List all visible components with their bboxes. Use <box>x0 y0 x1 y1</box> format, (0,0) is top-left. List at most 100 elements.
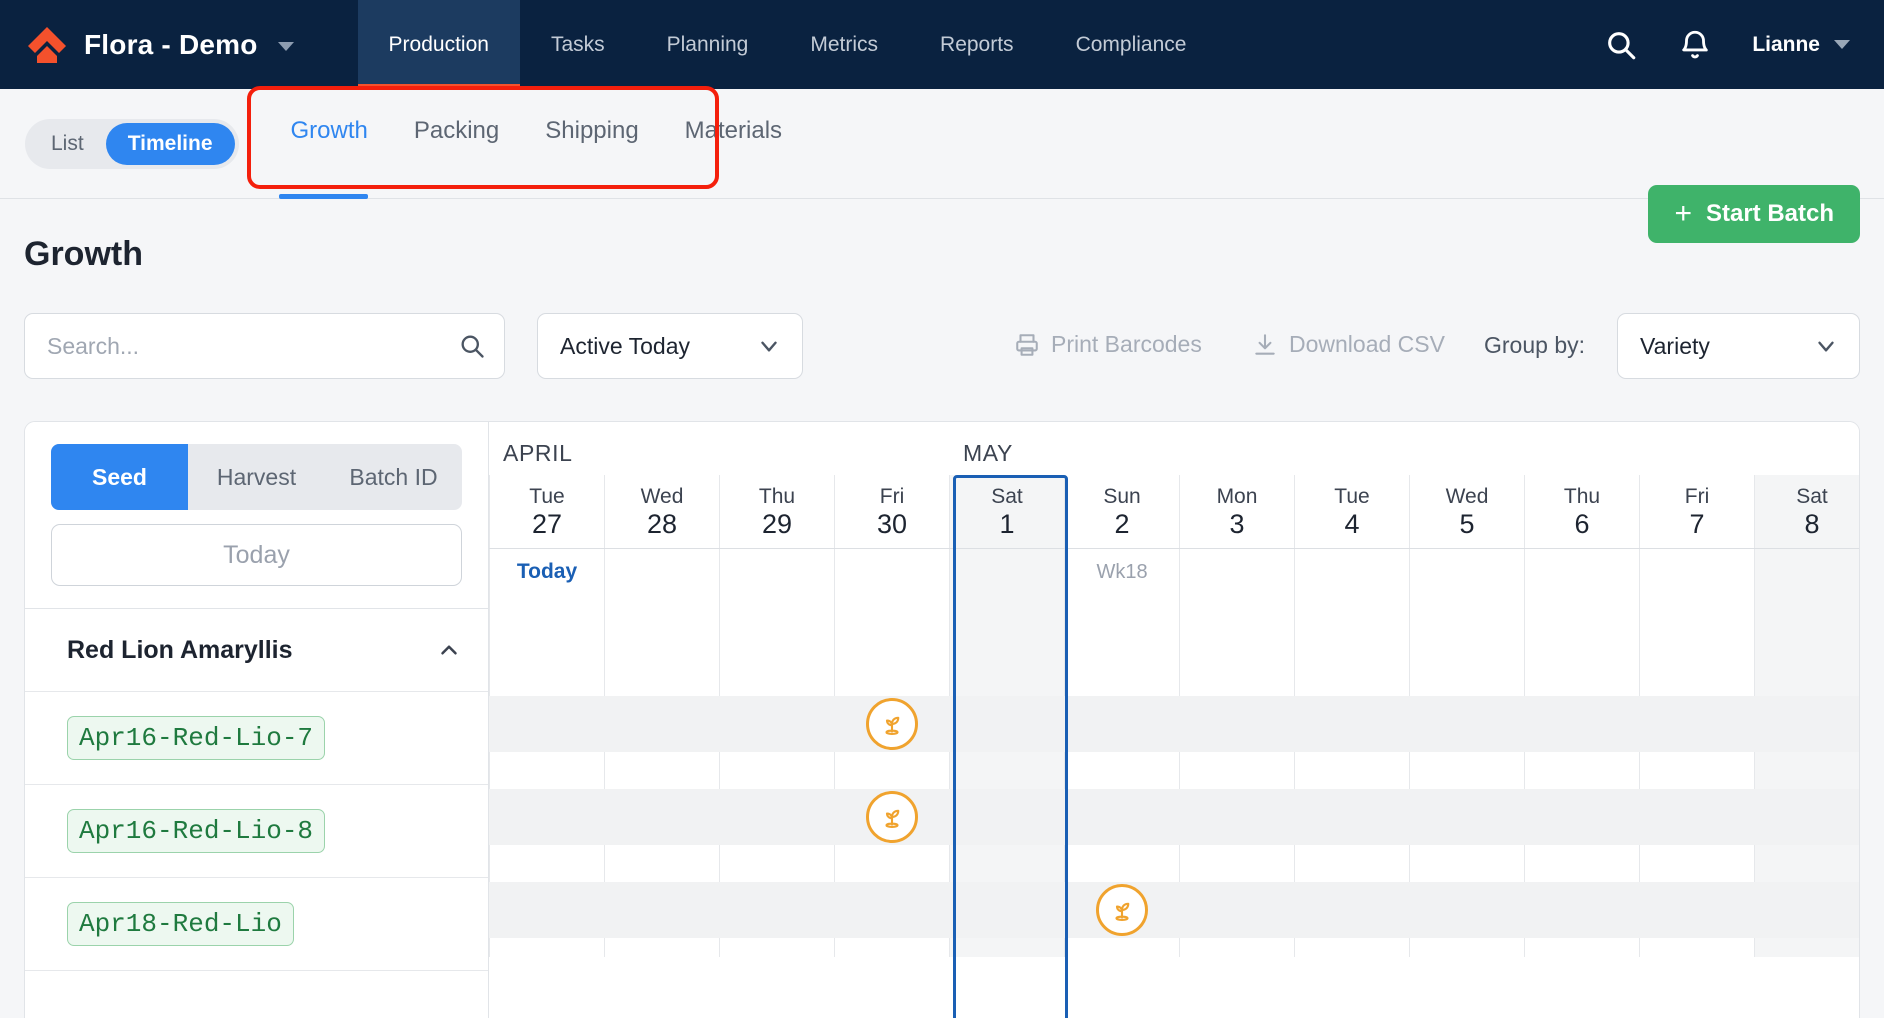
timeline-day-header[interactable]: Tue 27 <box>489 475 604 548</box>
nav-item-label: Reports <box>940 32 1014 56</box>
user-menu[interactable]: Lianne <box>1732 33 1860 57</box>
timeline-row[interactable] <box>489 771 1859 864</box>
timeline-month-label: MAY <box>963 440 1013 466</box>
sidebar-mode-harvest[interactable]: Harvest <box>188 444 325 510</box>
timeline-subheader-cell: Today <box>489 549 604 595</box>
search-icon <box>1608 31 1636 59</box>
search-field-wrapper[interactable] <box>24 313 505 379</box>
day-of-week-label: Sat <box>1796 484 1828 508</box>
top-navigation-bar: Flora - Demo Production Tasks Planning M… <box>0 0 1884 89</box>
timeline-day-header[interactable]: Thu 6 <box>1524 475 1639 548</box>
download-icon <box>1255 333 1275 355</box>
timeline-day-header[interactable]: Wed 28 <box>604 475 719 548</box>
timeline-subheader-cell <box>834 549 949 595</box>
seedling-icon <box>1114 902 1129 921</box>
variety-group-header[interactable]: Red Lion Amaryllis <box>25 609 488 692</box>
timeline-day-header[interactable]: Sun 2 <box>1064 475 1179 548</box>
batch-list-sidebar: Seed Harvest Batch ID Today Red Lion Ama… <box>25 422 489 1018</box>
timeline-subheader-cell <box>1409 549 1524 595</box>
timeline-subheader-cell: Wk18 <box>1064 549 1179 595</box>
day-number-label: 6 <box>1574 509 1590 540</box>
nav-item-compliance[interactable]: Compliance <box>1045 0 1218 89</box>
day-of-week-label: Tue <box>529 484 565 508</box>
timeline-subheader-cell <box>1294 549 1409 595</box>
search-input[interactable] <box>47 332 458 360</box>
timeline-body[interactable] <box>489 595 1859 957</box>
nav-item-planning[interactable]: Planning <box>636 0 780 89</box>
timeline-event-rows <box>489 595 1859 957</box>
nav-item-label: Compliance <box>1075 32 1187 56</box>
seedling-icon <box>884 716 899 735</box>
nav-item-production[interactable]: Production <box>357 0 521 89</box>
timeline-subheader-cell <box>949 549 1064 595</box>
timeline-day-header[interactable]: Fri 7 <box>1639 475 1754 548</box>
brand-menu[interactable]: Flora - Demo <box>0 0 294 89</box>
day-number-label: 3 <box>1229 509 1245 540</box>
day-of-week-label: Tue <box>1334 484 1370 508</box>
batch-id-badge[interactable]: Apr16-Red-Lio-8 <box>67 809 326 853</box>
batch-list-item[interactable]: Apr16-Red-Lio-8 <box>25 785 488 878</box>
day-number-label: 29 <box>761 509 793 540</box>
timeline-day-header[interactable]: Sat 1 <box>949 475 1064 548</box>
timeline-day-header[interactable]: Fri 30 <box>834 475 949 548</box>
nav-item-reports[interactable]: Reports <box>909 0 1045 89</box>
sidebar-mode-label: Harvest <box>216 463 297 490</box>
sidebar-mode-batch-id[interactable]: Batch ID <box>325 444 462 510</box>
status-filter-dropdown[interactable]: Active Today <box>537 313 803 379</box>
user-name: Lianne <box>1752 32 1820 56</box>
print-barcodes-button[interactable]: Print Barcodes <box>1014 331 1202 358</box>
download-csv-label: Download CSV <box>1289 331 1445 357</box>
seed-event-marker[interactable] <box>1095 884 1148 936</box>
view-toggle-timeline[interactable]: Timeline <box>105 122 235 165</box>
tab-shipping[interactable]: Shipping <box>533 117 650 199</box>
flora-chevron-logo-icon <box>28 26 66 63</box>
start-batch-button[interactable]: + Start Batch <box>1648 185 1860 243</box>
nav-item-label: Tasks <box>550 32 605 56</box>
seed-event-marker[interactable] <box>865 791 918 843</box>
timeline-day-header[interactable]: Tue 4 <box>1294 475 1409 548</box>
batch-id-badge[interactable]: Apr18-Red-Lio <box>67 902 294 946</box>
timeline-row-band <box>489 696 1859 752</box>
batch-id-badge[interactable]: Apr16-Red-Lio-7 <box>67 716 326 760</box>
top-nav-actions: Lianne <box>1584 0 1884 89</box>
day-of-week-label: Wed <box>640 484 684 508</box>
notifications-button[interactable] <box>1658 0 1732 89</box>
timeline-row[interactable] <box>489 864 1859 957</box>
timeline-day-header[interactable]: Sat 8 <box>1754 475 1859 548</box>
sub-navigation-bar: List Timeline Growth Packing Shipping Ma… <box>0 89 1884 243</box>
timeline-subheader-row: Today Wk18 <box>489 549 1859 595</box>
timeline-day-header[interactable]: Mon 3 <box>1179 475 1294 548</box>
nav-item-metrics[interactable]: Metrics <box>779 0 909 89</box>
tab-materials[interactable]: Materials <box>673 117 794 199</box>
chevron-up-icon[interactable] <box>436 637 462 663</box>
tab-growth[interactable]: Growth <box>278 117 380 199</box>
view-toggle-label: List <box>51 131 84 155</box>
today-button[interactable]: Today <box>51 524 462 586</box>
nav-item-tasks[interactable]: Tasks <box>520 0 636 89</box>
chevron-down-icon <box>1818 341 1834 352</box>
day-number-label: 27 <box>531 509 563 540</box>
group-by-dropdown[interactable]: Variety <box>1617 313 1860 379</box>
download-csv-button[interactable]: Download CSV <box>1252 331 1445 358</box>
timeline-day-headers: Tue 27 Wed 28 Thu 29 Fri 30 Sat 1 Sun 2 Mon 3 Tue 4 Wed 5… <box>489 475 1859 549</box>
tab-packing[interactable]: Packing <box>402 117 511 199</box>
sidebar-mode-label: Batch ID <box>349 463 438 490</box>
sidebar-mode-tabs: Seed Harvest Batch ID <box>51 444 462 510</box>
timeline-row-band <box>489 882 1859 938</box>
timeline-row[interactable] <box>489 678 1859 771</box>
day-number-label: 8 <box>1804 509 1820 540</box>
view-toggle-list[interactable]: List <box>29 123 106 165</box>
timeline-month-label: APRIL <box>503 440 573 466</box>
seed-event-marker[interactable] <box>865 698 918 750</box>
batch-list-item[interactable]: Apr16-Red-Lio-7 <box>25 692 488 785</box>
timeline-day-header[interactable]: Wed 5 <box>1409 475 1524 548</box>
chevron-down-icon[interactable] <box>277 41 294 51</box>
view-toggle-label: Timeline <box>127 131 213 155</box>
batch-list-item[interactable]: Apr18-Red-Lio <box>25 878 488 971</box>
timeline-day-header[interactable]: Thu 29 <box>719 475 834 548</box>
sidebar-mode-seed[interactable]: Seed <box>51 444 188 510</box>
timeline-grid[interactable]: APRIL MAY Tue 27 Wed 28 Thu 29 Fri 30 Sat 1 Sun 2 Mon… <box>489 422 1859 1018</box>
week-number-label: Wk18 <box>1096 560 1148 583</box>
search-button[interactable] <box>1584 0 1658 89</box>
day-of-week-label: Fri <box>1684 484 1710 508</box>
